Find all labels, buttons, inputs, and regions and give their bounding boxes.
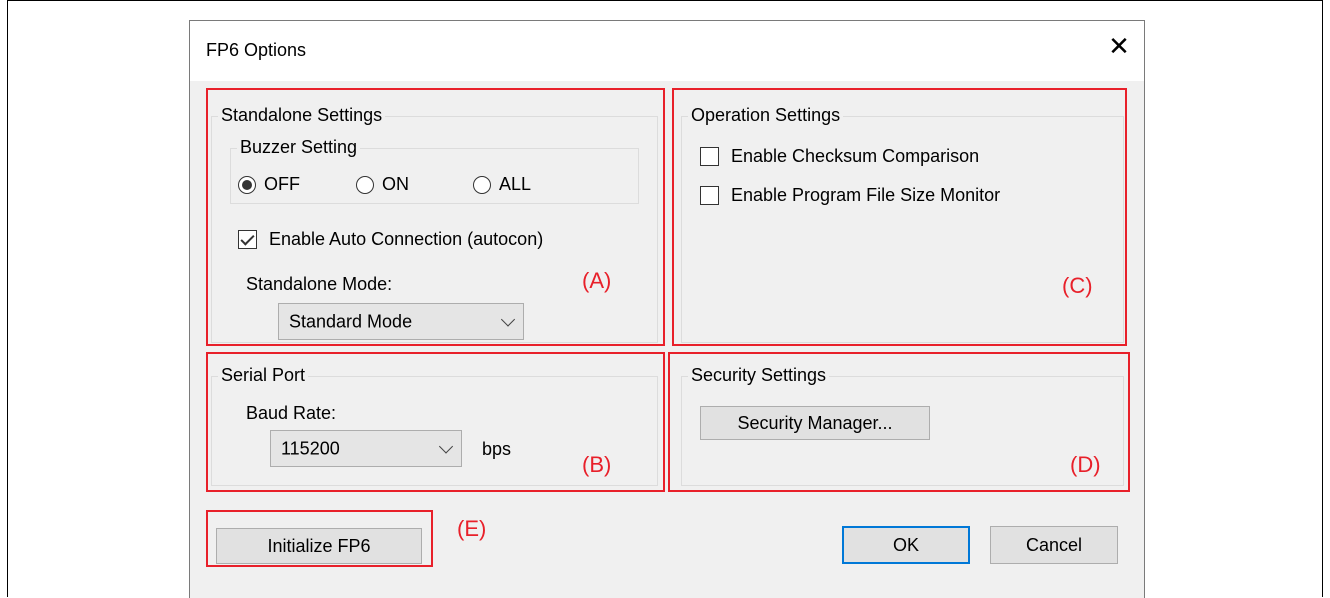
close-button[interactable]: ✕ bbox=[1094, 21, 1144, 73]
annotation-box-d bbox=[668, 352, 1130, 492]
annotation-label-d: (D) bbox=[1070, 452, 1101, 477]
annotation-label-c: (C) bbox=[1062, 273, 1093, 298]
annotation-box-a bbox=[206, 88, 665, 346]
cancel-button[interactable]: Cancel bbox=[990, 526, 1118, 564]
close-icon: ✕ bbox=[1108, 32, 1130, 62]
dialog-title: FP6 Options bbox=[206, 40, 307, 60]
annotation-label-b: (B) bbox=[582, 452, 612, 477]
title-bar: FP6 Options ✕ bbox=[190, 21, 1144, 81]
annotation-box-c bbox=[672, 88, 1127, 346]
annotation-box-e bbox=[206, 510, 433, 567]
ok-button[interactable]: OK bbox=[842, 526, 970, 564]
annotation-label-a: (A) bbox=[582, 268, 612, 293]
annotation-label-e: (E) bbox=[457, 516, 487, 541]
